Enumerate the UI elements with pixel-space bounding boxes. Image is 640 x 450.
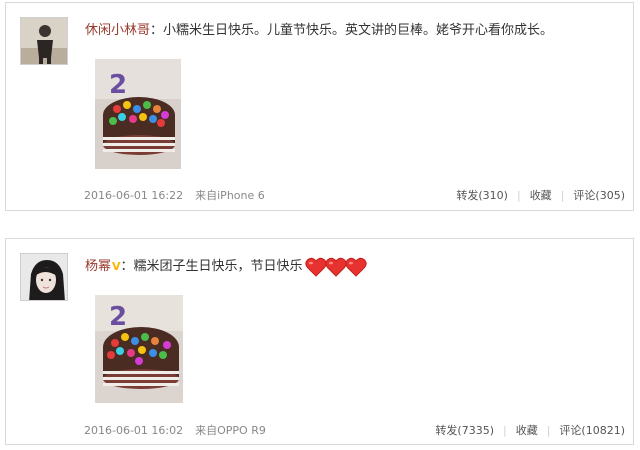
repost-button[interactable]: 转发(310)	[456, 189, 508, 202]
post-actions: 转发(310) | 收藏 | 评论(305)	[456, 187, 625, 203]
post-source: 来自OPPO R9	[195, 424, 266, 437]
post-actions: 转发(7335) | 收藏 | 评论(10821)	[435, 422, 625, 438]
svg-text:2: 2	[109, 302, 127, 332]
heart-icon	[324, 257, 347, 277]
post-meta: 2016-06-01 16:22 来自iPhone 6	[84, 187, 265, 203]
colon: ：	[120, 259, 134, 274]
post-source: 来自iPhone 6	[195, 189, 265, 202]
comment-button[interactable]: 评论(305)	[573, 189, 625, 202]
weibo-post-1: 休闲小林哥：小糯米生日快乐。儿童节快乐。英文讲的巨棒。姥爷开心看你成长。 2 2…	[5, 2, 634, 211]
post-photo-cake[interactable]: 2	[95, 59, 181, 169]
weibo-post-2: 杨幂V：糯米团子生日快乐，节日快乐 2 2016-06-01 16:02 来自O…	[5, 238, 634, 445]
divider: |	[502, 424, 507, 437]
heart-emoji-group	[304, 257, 367, 277]
post-timestamp[interactable]: 2016-06-01 16:22	[84, 189, 183, 202]
post-timestamp[interactable]: 2016-06-01 16:02	[84, 424, 183, 437]
post-text: 糯米团子生日快乐，节日快乐	[133, 259, 303, 274]
divider: |	[546, 424, 551, 437]
heart-icon	[344, 257, 367, 277]
heart-icon	[304, 257, 327, 277]
avatar[interactable]	[20, 17, 68, 65]
post-meta: 2016-06-01 16:02 来自OPPO R9	[84, 422, 266, 438]
favorite-button[interactable]: 收藏	[516, 424, 538, 437]
username-link[interactable]: 休闲小林哥	[85, 23, 150, 38]
colon: ：	[150, 23, 164, 38]
username-link[interactable]: 杨幂	[85, 259, 111, 274]
divider: |	[560, 189, 565, 202]
avatar[interactable]	[20, 253, 68, 301]
repost-button[interactable]: 转发(7335)	[435, 424, 494, 437]
verified-badge-icon[interactable]: V	[112, 260, 121, 273]
post-photo-cake[interactable]: 2	[95, 295, 183, 403]
favorite-button[interactable]: 收藏	[530, 189, 552, 202]
divider: |	[516, 189, 521, 202]
post-text: 小糯米生日快乐。儿童节快乐。英文讲的巨棒。姥爷开心看你成长。	[163, 23, 554, 38]
svg-text:2: 2	[109, 70, 127, 100]
comment-button[interactable]: 评论(10821)	[559, 424, 625, 437]
